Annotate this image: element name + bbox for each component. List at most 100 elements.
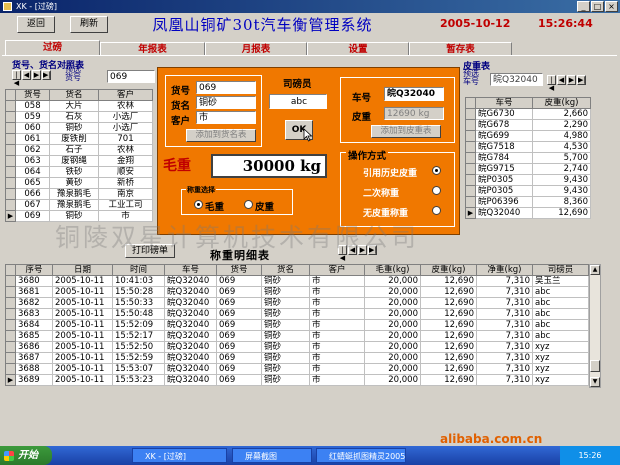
row-indicator[interactable]: ▶: [465, 207, 476, 219]
detail-col-goods-name[interactable]: 货名: [261, 264, 310, 276]
row-indicator[interactable]: ▶: [5, 374, 16, 386]
row-indicator[interactable]: [5, 319, 16, 331]
goods-row[interactable]: 062 石子 农林: [5, 144, 153, 156]
goods-no-input[interactable]: 069: [196, 81, 256, 94]
scroll-down-icon[interactable]: ▼: [590, 377, 600, 387]
detail-col-operator[interactable]: 司磅员: [532, 264, 589, 276]
scroll-thumb[interactable]: [590, 360, 600, 372]
row-indicator[interactable]: [465, 185, 476, 197]
tare-row[interactable]: 皖G7518 4,530: [465, 141, 591, 153]
goods-row[interactable]: 065 黄砂 新桥: [5, 177, 153, 189]
row-indicator[interactable]: [5, 199, 16, 211]
row-indicator[interactable]: [465, 163, 476, 175]
tab-yearly-report[interactable]: 年报表: [100, 42, 205, 55]
row-indicator[interactable]: [5, 308, 16, 320]
close-button[interactable]: ×: [605, 1, 618, 12]
task-screenshot[interactable]: 屏幕截图: [232, 448, 312, 463]
detail-scrollbar[interactable]: ▲ ▼: [589, 264, 601, 388]
detail-col-time[interactable]: 时间: [112, 264, 165, 276]
detail-col-date[interactable]: 日期: [52, 264, 113, 276]
row-indicator[interactable]: [5, 177, 16, 189]
tare-preselect-input[interactable]: 皖Q32040: [490, 73, 543, 86]
tare-row[interactable]: 皖P0305 9,430: [465, 185, 591, 197]
goods-row[interactable]: 064 铁砂 顺安: [5, 166, 153, 178]
detail-row[interactable]: 3683 2005-10-11 15:50:48 皖Q32040 069 铜砂市 20,00…: [5, 308, 589, 320]
tare-row[interactable]: 皖G699 4,980: [465, 130, 591, 142]
plate-input[interactable]: 皖Q32040: [384, 87, 444, 101]
radio-mode-history-tare[interactable]: [432, 166, 441, 175]
tare-next-button[interactable]: ▶: [567, 75, 576, 85]
operator-input[interactable]: abc: [269, 94, 327, 109]
row-indicator[interactable]: [5, 144, 16, 156]
detail-col-goods-no[interactable]: 货号: [216, 264, 262, 276]
goods-row[interactable]: 058 大片 农林: [5, 100, 153, 112]
detail-row[interactable]: 3684 2005-10-11 15:52:09 皖Q32040 069 铜砂市 20,00…: [5, 319, 589, 331]
maximize-button[interactable]: □: [591, 1, 604, 12]
row-indicator[interactable]: [465, 108, 476, 120]
detail-col-tare[interactable]: 皮重(kg): [420, 264, 477, 276]
goods-col-name[interactable]: 货名: [49, 89, 99, 101]
goods-row[interactable]: 061 废铁削 701: [5, 133, 153, 145]
detail-row[interactable]: 3686 2005-10-11 15:52:50 皖Q32040 069 铜砂市 20,00…: [5, 341, 589, 353]
tare-row[interactable]: 皖G9715 2,740: [465, 163, 591, 175]
row-indicator[interactable]: [5, 188, 16, 200]
row-indicator[interactable]: [5, 352, 16, 364]
tab-settings[interactable]: 设置: [307, 42, 409, 55]
row-indicator[interactable]: [5, 363, 16, 375]
detail-row[interactable]: 3682 2005-10-11 15:50:33 皖Q32040 069 铜砂市 20,00…: [5, 297, 589, 309]
row-indicator[interactable]: ▶: [5, 210, 16, 222]
row-indicator[interactable]: [5, 122, 16, 134]
row-indicator[interactable]: [5, 341, 16, 353]
tab-monthly-report[interactable]: 月报表: [205, 42, 307, 55]
detail-row[interactable]: 3687 2005-10-11 15:52:59 皖Q32040 069 铜砂市 20,00…: [5, 352, 589, 364]
row-indicator[interactable]: [5, 275, 16, 287]
tare-row[interactable]: ▶ 皖Q32040 12,690: [465, 207, 591, 219]
customer-input[interactable]: 市: [196, 111, 256, 124]
tare-row[interactable]: 皖G678 2,290: [465, 119, 591, 131]
goods-col-customer[interactable]: 客户: [98, 89, 153, 101]
radio-gross[interactable]: [194, 200, 203, 209]
next-record-button[interactable]: ▶: [32, 70, 41, 80]
goods-row[interactable]: 063 废钢绳 金翔: [5, 155, 153, 167]
detail-col-customer[interactable]: 客户: [309, 264, 365, 276]
goods-name-input[interactable]: 铜砂: [196, 96, 256, 109]
first-record-button[interactable]: |◀: [12, 70, 21, 87]
goods-row[interactable]: 059 石灰 小选厂: [5, 111, 153, 123]
detail-row[interactable]: 3681 2005-10-11 15:50:28 皖Q32040 069 铜砂市 20,00…: [5, 286, 589, 298]
task-capture-tool[interactable]: 红蜻蜓抓图精灵2005: [316, 448, 406, 463]
row-indicator[interactable]: [465, 152, 476, 164]
radio-mode-second-weigh[interactable]: [432, 186, 441, 195]
detail-row[interactable]: 3685 2005-10-11 15:52:17 皖Q32040 069 铜砂市 20,00…: [5, 330, 589, 342]
minimize-button[interactable]: _: [577, 1, 590, 12]
add-to-goods-table-button[interactable]: 添加到货名表: [186, 129, 256, 142]
goods-row[interactable]: 067 豫泉鹅毛 工业工司: [5, 199, 153, 211]
refresh-button[interactable]: 刷新: [70, 16, 108, 33]
tare-prev-button[interactable]: ◀: [557, 75, 566, 85]
detail-col-net[interactable]: 净重(kg): [476, 264, 533, 276]
tab-temp-table[interactable]: 暂存表: [409, 42, 512, 55]
tare-input[interactable]: 12690 kg: [384, 107, 444, 120]
scroll-up-icon[interactable]: ▲: [590, 265, 600, 275]
task-xk[interactable]: XK - [过磅]: [132, 448, 227, 463]
row-indicator[interactable]: [465, 119, 476, 131]
radio-mode-no-tare[interactable]: [432, 206, 441, 215]
tare-last-button[interactable]: ▶|: [577, 75, 586, 85]
tare-first-button[interactable]: |◀: [547, 75, 556, 92]
detail-row[interactable]: ▶ 3689 2005-10-11 15:53:23 皖Q32040 069 铜砂市 20,0…: [5, 374, 589, 386]
row-indicator[interactable]: [5, 133, 16, 145]
detail-col-seq[interactable]: 序号: [15, 264, 53, 276]
tare-row[interactable]: 皖G6730 2,660: [465, 108, 591, 120]
goods-row[interactable]: 066 豫泉鹅毛 南京: [5, 188, 153, 200]
goods-row[interactable]: 060 铜砂 小选厂: [5, 122, 153, 134]
tare-row[interactable]: 皖P06396 8,360: [465, 196, 591, 208]
row-indicator[interactable]: [465, 196, 476, 208]
add-to-tare-table-button[interactable]: 添加到皮重表: [371, 125, 441, 138]
last-record-button[interactable]: ▶|: [42, 70, 51, 80]
row-indicator[interactable]: [465, 174, 476, 186]
tare-row[interactable]: 皖G784 5,700: [465, 152, 591, 164]
row-indicator[interactable]: [5, 297, 16, 309]
radio-tare[interactable]: [244, 200, 253, 209]
detail-col-plate[interactable]: 车号: [164, 264, 217, 276]
goods-col-no[interactable]: 货号: [15, 89, 50, 101]
row-indicator[interactable]: [5, 330, 16, 342]
